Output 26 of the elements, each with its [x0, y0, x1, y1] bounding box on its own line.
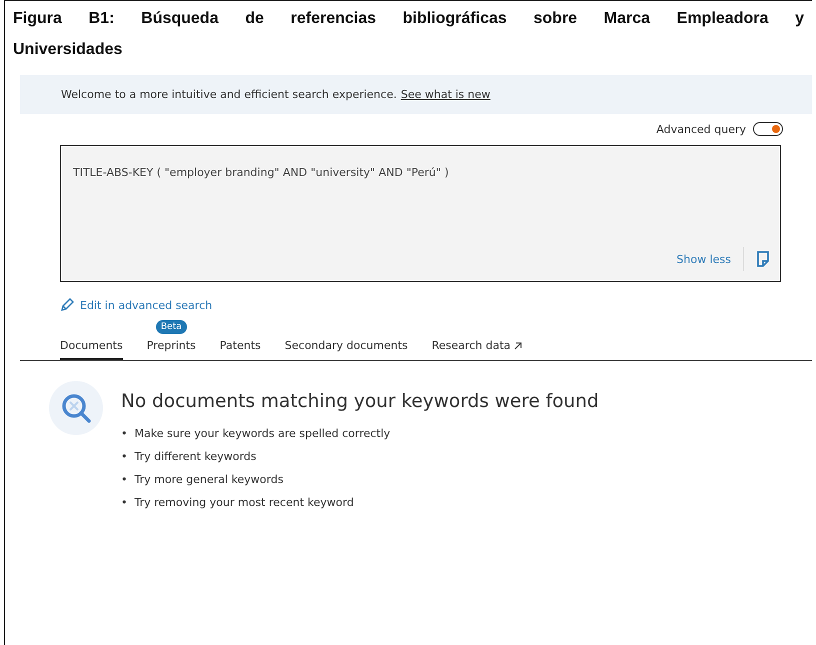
tip-text: Make sure your keywords are spelled correctly [134, 427, 390, 440]
bullet: • [121, 450, 128, 463]
beta-badge: Beta [156, 320, 187, 334]
bullet: • [121, 496, 128, 509]
result-tab[interactable]: Documents [60, 335, 123, 360]
no-results-search-icon [49, 381, 103, 435]
show-less-button[interactable]: Show less [676, 252, 731, 266]
result-tab[interactable]: Research data [432, 335, 522, 360]
edit-advanced-link[interactable]: Edit in advanced search [80, 298, 212, 312]
result-tab[interactable]: Patents [220, 335, 261, 360]
banner-text: Welcome to a more intuitive and efficient search experience. [61, 88, 397, 101]
bullet: • [121, 427, 128, 440]
tip-text: Try different keywords [134, 450, 256, 463]
figure-caption: Figura B1: Búsqueda de referencias bibliográficas sobre Marca Empleadora y Universidades [12, 9, 805, 60]
result-tab[interactable]: Preprints [146, 335, 196, 360]
tip-text: Try removing your most recent keyword [134, 496, 354, 509]
pencil-icon [60, 298, 74, 312]
tip-text: Try more general keywords [134, 473, 284, 486]
query-field[interactable]: TITLE-ABS-KEY ( "employer branding" AND "university" AND "Perú" ) Show less [60, 145, 781, 282]
copy-icon[interactable] [756, 251, 770, 267]
result-tab[interactable]: Secondary documents [284, 335, 408, 360]
toggle-label: Advanced query [656, 122, 746, 136]
advanced-query-toggle[interactable] [753, 122, 783, 136]
empty-title: No documents matching your keywords were found [121, 391, 599, 412]
bullet: • [121, 473, 128, 486]
see-new-link[interactable]: See what is new [400, 88, 490, 101]
